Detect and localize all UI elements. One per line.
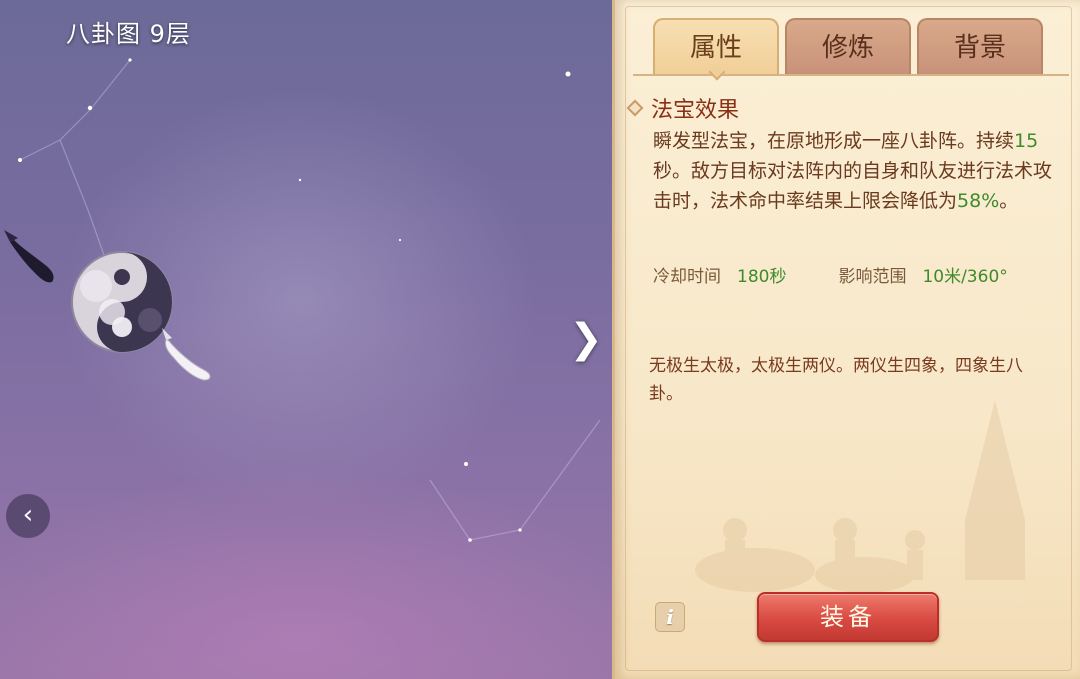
info-icon[interactable]: i: [655, 602, 685, 632]
chevron-left-icon: ‹: [22, 500, 34, 530]
effect-duration-value: 15: [1014, 130, 1039, 152]
next-artifact-button[interactable]: ❯: [566, 316, 606, 362]
chevron-right-icon: ❯: [569, 316, 603, 362]
bagua-artifact-image: [4, 230, 211, 381]
range-value: 10米/360°: [922, 267, 1008, 287]
tab-background[interactable]: 背景: [917, 18, 1043, 74]
tab-divider: [633, 74, 1069, 76]
cooldown-value: 180秒: [737, 267, 787, 287]
effect-section-header: 法宝效果: [626, 92, 740, 124]
effect-title: 法宝效果: [651, 98, 740, 123]
equip-button[interactable]: 装备: [757, 592, 939, 642]
effect-description: 瞬发型法宝，在原地形成一座八卦阵。持续15秒。敌方目标对法阵内的自身和队友进行法…: [653, 126, 1065, 216]
tab-training[interactable]: 修炼: [785, 18, 911, 74]
prev-artifact-button[interactable]: ‹: [6, 494, 50, 538]
effect-text-1: 瞬发型法宝，在原地形成一座八卦阵。持续: [653, 130, 1015, 152]
artifact-detail-panel: 属性 修炼 背景 法宝效果 瞬发型法宝，在原地形成一座八卦阵。持续15秒。敌方目…: [612, 0, 1080, 679]
artifact-scene: 八卦图 9层 ❯ ‹: [0, 0, 612, 679]
artifact-stats: 冷却时间 180秒 影响范围 10米/360°: [653, 262, 1060, 287]
effect-text-3: 。: [999, 190, 1019, 212]
artifact-name-level: 八卦图 9层: [66, 20, 191, 48]
effect-rate-value: 58%: [957, 190, 1000, 212]
cooldown-label: 冷却时间: [653, 267, 721, 287]
diamond-bullet-icon: [626, 99, 644, 117]
background-illustration: [695, 400, 1025, 593]
range-label: 影响范围: [838, 267, 907, 287]
detail-tabs: 属性 修炼 背景: [653, 18, 1043, 74]
